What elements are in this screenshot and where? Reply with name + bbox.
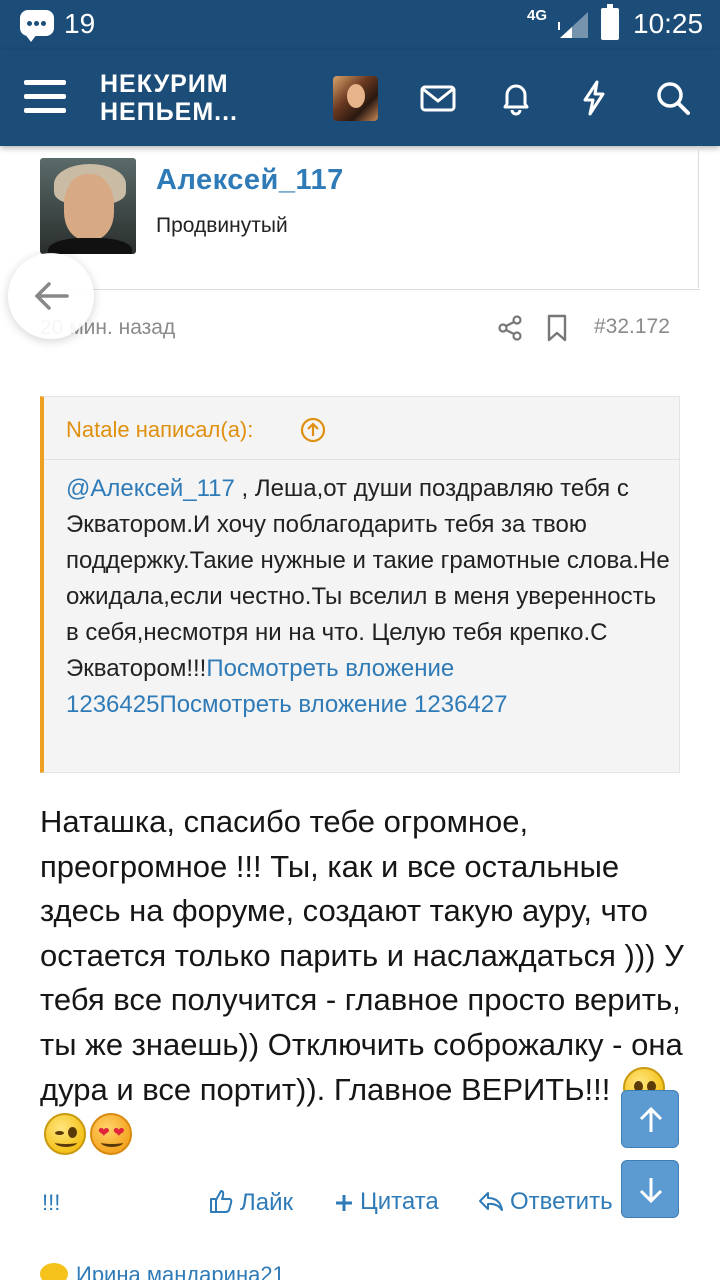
mail-icon[interactable] [418, 78, 458, 118]
next-post-author[interactable]: Ирина мандарина21 [40, 1262, 285, 1280]
quote-separator [44, 459, 680, 460]
arrow-up-icon [639, 1106, 663, 1132]
post-divider [40, 289, 700, 290]
share-icon[interactable] [497, 315, 523, 341]
author-rank: Продвинутый [156, 214, 288, 237]
post-message: Наташка, спасибо тебе огромное, преогром… [40, 800, 690, 1158]
signal-icon [558, 12, 588, 38]
message-text: Наташка, спасибо тебе огромное, преогром… [40, 804, 684, 1107]
notification-count: 19 [64, 8, 96, 39]
heart-eyes-emoji: ❤ ❤ [90, 1112, 132, 1155]
mention-link[interactable]: @Алексей_117 [66, 475, 235, 502]
user-avatar[interactable] [333, 76, 378, 121]
card-border [698, 146, 699, 288]
post-actions: !!! Лайк Цитата Ответить [40, 1186, 680, 1222]
arrow-left-icon [35, 282, 69, 310]
logo-line2: НЕПЬЕМ... [100, 98, 239, 126]
status-bar: 19 4G 10:25 [0, 0, 720, 50]
post-number[interactable]: #32.172 [594, 315, 670, 339]
logo-line1: НЕКУРИМ [100, 70, 229, 98]
messages-notification-icon [20, 10, 54, 42]
wink-emoji [44, 1112, 86, 1155]
quote-body-text: , Леша,от души поздравляю тебя с Экватор… [66, 475, 670, 682]
scroll-up-button[interactable] [621, 1090, 679, 1148]
report-button[interactable]: !!! [42, 1190, 60, 1216]
thumbs-up-icon [210, 1190, 233, 1213]
arrow-down-icon [639, 1178, 663, 1204]
app-header: НЕКУРИМ НЕПЬЕМ... [0, 50, 720, 146]
arrow-up-circle-icon[interactable] [300, 417, 326, 443]
author-avatar[interactable] [40, 158, 136, 254]
clock: 10:25 [633, 8, 704, 39]
like-button[interactable]: Лайк [208, 1188, 293, 1217]
quote-label: Цитата [360, 1188, 439, 1215]
quote-button[interactable]: Цитата [334, 1188, 439, 1216]
scroll-down-button[interactable] [621, 1160, 679, 1218]
like-label: Лайк [240, 1189, 294, 1216]
menu-icon[interactable] [24, 80, 66, 114]
quote-author[interactable]: Natale написал(а): [66, 417, 253, 443]
site-logo[interactable]: НЕКУРИМ НЕПЬЕМ... [100, 70, 238, 126]
network-type: 4G [527, 7, 548, 24]
quote-text: @Алексей_117 , Леша,от души поздравляю т… [66, 471, 672, 723]
bookmark-icon[interactable] [546, 314, 568, 342]
lightning-icon[interactable] [574, 78, 614, 118]
search-icon[interactable] [653, 78, 693, 118]
reply-button[interactable]: Ответить [478, 1188, 613, 1216]
quote-block: Natale написал(а): @Алексей_117 , Леша,о… [40, 396, 680, 773]
attachment-link-2[interactable]: Посмотреть вложение 1236427 [159, 691, 507, 718]
next-post-author-name: Ирина мандарина21 [76, 1262, 285, 1280]
bell-icon[interactable] [496, 78, 536, 118]
battery-icon [601, 4, 619, 40]
back-button[interactable] [8, 253, 94, 339]
reply-label: Ответить [510, 1188, 613, 1215]
heart-eyes-emoji [40, 1263, 68, 1280]
plus-icon [336, 1195, 352, 1211]
reply-icon [479, 1192, 503, 1211]
author-name[interactable]: Алексей_117 [156, 164, 344, 197]
